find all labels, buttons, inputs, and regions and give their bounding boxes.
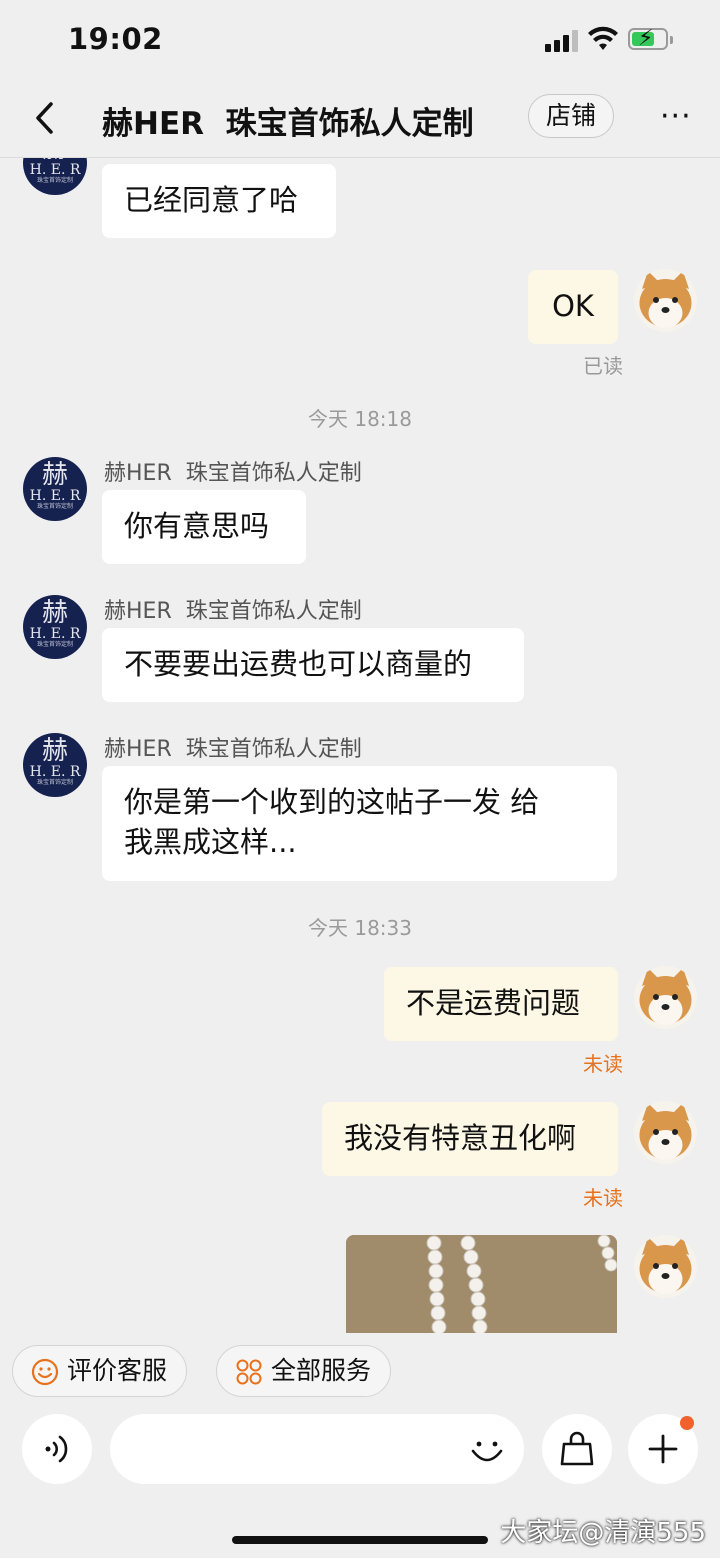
shop-avatar[interactable]: 赫 H. E. R 珠宝首饰定制 xyxy=(23,158,87,195)
message-bubble-outgoing[interactable]: 我没有特意丑化啊 xyxy=(322,1102,618,1176)
battery-icon: ⚡ xyxy=(628,26,673,51)
sender-name: 赫HER 珠宝首饰私人定制 xyxy=(104,599,362,624)
message-bubble-incoming[interactable]: 已经同意了哈 xyxy=(102,164,336,238)
shiba-avatar-icon xyxy=(634,1101,697,1164)
sender-name: 赫HER 珠宝首饰私人定制 xyxy=(104,737,362,762)
read-status: 已读 xyxy=(583,354,623,378)
more-icon[interactable]: ··· xyxy=(660,102,692,132)
watermark: 大家坛@清演555 xyxy=(500,1518,706,1548)
timestamp: 今天 18:33 xyxy=(308,916,412,940)
shop-avatar[interactable]: 赫 H. E. R 珠宝首饰定制 xyxy=(23,733,87,797)
voice-button[interactable] xyxy=(22,1414,92,1484)
user-avatar[interactable] xyxy=(634,1101,697,1164)
sender-name: 赫HER 珠宝首饰私人定制 xyxy=(104,461,362,486)
shiba-avatar-icon xyxy=(634,1235,697,1298)
timestamp: 今天 18:18 xyxy=(308,407,412,431)
chat-title: 赫HER 珠宝首饰私人定制 xyxy=(102,106,474,142)
shiba-avatar-icon xyxy=(634,269,697,332)
bag-icon xyxy=(560,1431,594,1466)
message-bubble-outgoing[interactable]: OK xyxy=(528,270,618,344)
unread-status: 未读 xyxy=(583,1186,623,1210)
shop-button[interactable]: 店铺 xyxy=(528,94,614,138)
emoji-icon[interactable] xyxy=(468,1431,506,1469)
rate-service-button[interactable]: 评价客服 xyxy=(12,1345,187,1397)
back-icon[interactable] xyxy=(30,100,60,136)
home-indicator xyxy=(232,1536,488,1544)
message-input[interactable] xyxy=(110,1414,524,1484)
user-avatar[interactable] xyxy=(634,269,697,332)
wifi-icon xyxy=(588,26,618,50)
notification-dot xyxy=(680,1416,694,1430)
shop-avatar[interactable]: 赫 H. E. R 珠宝首饰定制 xyxy=(23,457,87,521)
signal-icon xyxy=(545,30,579,52)
shiba-avatar-icon xyxy=(634,966,697,1029)
status-time: 19:02 xyxy=(68,22,163,56)
pearl-necklace-photo xyxy=(346,1235,617,1333)
status-bar: 19:02 ⚡ xyxy=(0,0,720,82)
voice-icon xyxy=(45,1435,68,1463)
grid-icon xyxy=(236,1359,262,1385)
unread-status: 未读 xyxy=(583,1052,623,1076)
message-bubble-incoming[interactable]: 你是第一个收到的这帖子一发 给 我黑成这样... xyxy=(102,766,617,881)
message-bubble-incoming[interactable]: 不要要出运费也可以商量的 xyxy=(102,628,524,702)
quick-actions: 评价客服 全部服务 xyxy=(0,1333,720,1408)
all-services-button[interactable]: 全部服务 xyxy=(216,1345,391,1397)
image-message[interactable] xyxy=(346,1235,617,1333)
message-bubble-outgoing[interactable]: 不是运费问题 xyxy=(384,967,618,1041)
user-avatar[interactable] xyxy=(634,1235,697,1298)
message-bubble-incoming[interactable]: 你有意思吗 xyxy=(102,490,306,564)
shopping-bag-button[interactable] xyxy=(542,1414,612,1484)
user-avatar[interactable] xyxy=(634,966,697,1029)
smile-icon xyxy=(31,1358,59,1386)
shop-avatar[interactable]: 赫 H. E. R 珠宝首饰定制 xyxy=(23,595,87,659)
chat-header: 赫HER 珠宝首饰私人定制 店铺 ··· xyxy=(0,82,720,158)
chat-messages[interactable]: 赫 H. E. R 珠宝首饰定制 已经同意了哈 OK 已读 今天 18:18 赫… xyxy=(0,158,720,1333)
